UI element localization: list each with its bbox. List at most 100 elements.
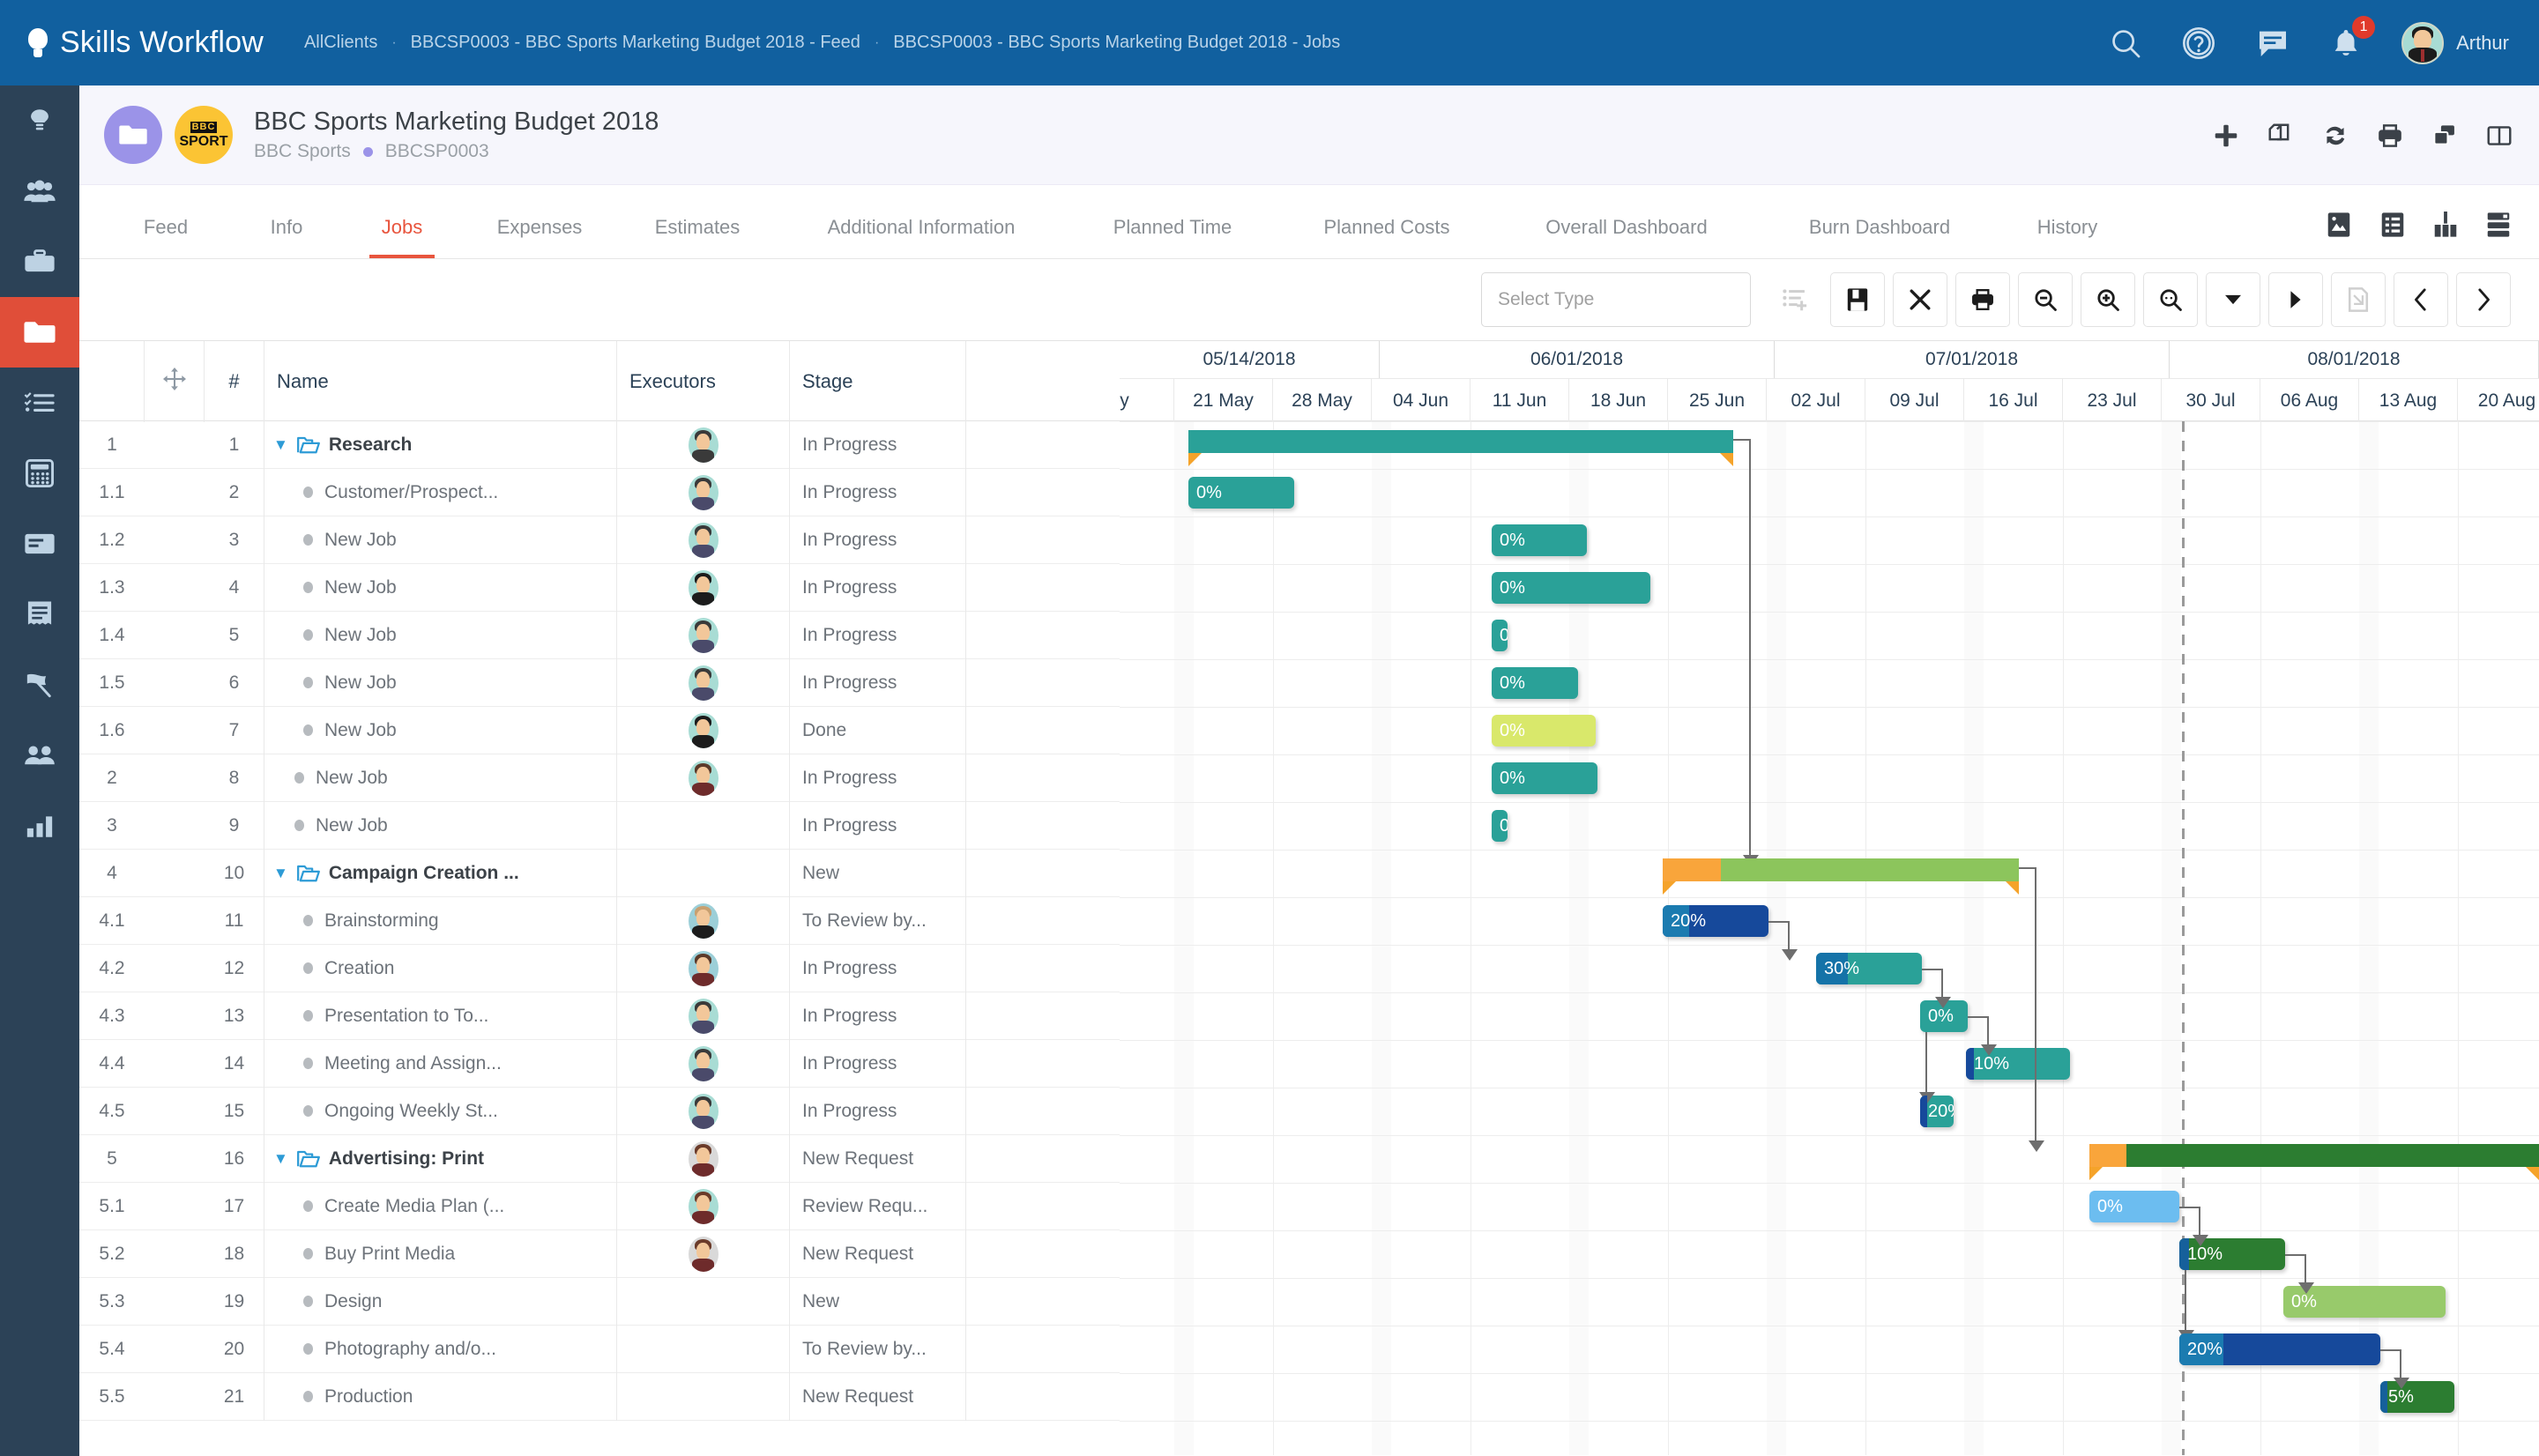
layers-icon[interactable] xyxy=(2431,123,2458,149)
row-name-cell[interactable]: New Job xyxy=(264,564,617,612)
row-executors[interactable] xyxy=(617,1278,790,1326)
gantt-task-bar[interactable]: 0% xyxy=(1492,715,1596,747)
row-executors[interactable] xyxy=(617,1230,790,1278)
save-icon[interactable] xyxy=(1830,272,1885,327)
print-icon[interactable] xyxy=(1955,272,2010,327)
gantt-task-bar[interactable]: 5% xyxy=(2380,1381,2454,1413)
row-executors[interactable] xyxy=(617,469,790,516)
search-icon[interactable] xyxy=(2109,26,2142,60)
zoom-out-icon[interactable] xyxy=(2018,272,2073,327)
row-name-cell[interactable]: Creation xyxy=(264,945,617,992)
tab-expenses[interactable]: Expenses xyxy=(497,216,583,258)
export-icon[interactable] xyxy=(2331,272,2386,327)
sidebar-item-clients[interactable] xyxy=(0,156,79,227)
row-name-cell[interactable]: Presentation to To... xyxy=(264,992,617,1040)
row-drag-handle[interactable] xyxy=(145,1278,205,1326)
row-name-cell[interactable]: Production xyxy=(264,1373,617,1421)
row-drag-handle[interactable] xyxy=(145,564,205,612)
row-name-cell[interactable]: New Job xyxy=(264,612,617,659)
row-executors[interactable] xyxy=(617,945,790,992)
breadcrumb-item-2[interactable]: BBCSP0003 - BBC Sports Marketing Budget … xyxy=(893,33,1340,53)
row-executors[interactable] xyxy=(617,1088,790,1135)
row-drag-handle[interactable] xyxy=(145,1230,205,1278)
row-name-cell[interactable]: Brainstorming xyxy=(264,897,617,945)
row-executors[interactable] xyxy=(617,564,790,612)
gantt-summary-bar[interactable] xyxy=(1188,430,1733,453)
sidebar-item-idea[interactable] xyxy=(0,85,79,156)
row-drag-handle[interactable] xyxy=(145,516,205,564)
row-drag-handle[interactable] xyxy=(145,707,205,754)
sidebar-item-flag[interactable] xyxy=(0,650,79,720)
print-icon[interactable] xyxy=(2377,123,2403,149)
row-name-cell[interactable]: New Job xyxy=(264,754,617,802)
user-menu[interactable]: Arthur xyxy=(2401,22,2509,64)
row-drag-handle[interactable] xyxy=(145,1040,205,1088)
row-drag-handle[interactable] xyxy=(145,802,205,850)
row-name-cell[interactable]: New Job xyxy=(264,659,617,707)
row-name-cell[interactable]: Design xyxy=(264,1278,617,1326)
row-drag-handle[interactable] xyxy=(145,992,205,1040)
row-executors[interactable] xyxy=(617,1040,790,1088)
gantt-summary-bar[interactable] xyxy=(1663,858,2019,881)
row-executors[interactable] xyxy=(617,421,790,469)
refresh-icon[interactable] xyxy=(2322,123,2349,149)
help-icon[interactable] xyxy=(2181,26,2216,61)
row-executors[interactable] xyxy=(617,612,790,659)
next-icon[interactable] xyxy=(2456,272,2511,327)
row-drag-handle[interactable] xyxy=(145,897,205,945)
expand-caret-icon[interactable]: ▼ xyxy=(273,1150,288,1168)
row-drag-handle[interactable] xyxy=(145,1183,205,1230)
gantt-task-bar[interactable]: 0% xyxy=(1492,810,1508,842)
row-executors[interactable] xyxy=(617,850,790,897)
split-view-icon[interactable] xyxy=(2486,123,2513,149)
row-drag-handle[interactable] xyxy=(145,659,205,707)
add-task-icon[interactable] xyxy=(1768,272,1822,327)
row-executors[interactable] xyxy=(617,1326,790,1373)
board-view-icon[interactable] xyxy=(2486,212,2511,242)
gantt-view-icon[interactable] xyxy=(2433,212,2458,242)
prev-icon[interactable] xyxy=(2394,272,2448,327)
sidebar-item-reports[interactable] xyxy=(0,791,79,861)
breadcrumb-item-1[interactable]: BBCSP0003 - BBC Sports Marketing Budget … xyxy=(411,33,860,53)
tab-history[interactable]: History xyxy=(2037,216,2097,258)
row-name-cell[interactable]: ▼Research xyxy=(264,421,617,469)
gantt-task-bar[interactable]: 20% xyxy=(2179,1333,2380,1365)
row-name-cell[interactable]: New Job xyxy=(264,802,617,850)
sidebar-item-briefcase[interactable] xyxy=(0,227,79,297)
row-drag-handle[interactable] xyxy=(145,421,205,469)
row-drag-handle[interactable] xyxy=(145,850,205,897)
gantt-summary-bar[interactable] xyxy=(2089,1144,2539,1167)
expand-caret-icon[interactable]: ▼ xyxy=(273,436,288,454)
row-drag-handle[interactable] xyxy=(145,1326,205,1373)
gantt-task-bar[interactable]: 0% xyxy=(1492,762,1597,794)
row-name-cell[interactable]: Ongoing Weekly St... xyxy=(264,1088,617,1135)
bell-icon[interactable]: 1 xyxy=(2329,26,2363,60)
row-drag-handle[interactable] xyxy=(145,1088,205,1135)
row-name-cell[interactable]: Buy Print Media xyxy=(264,1230,617,1278)
row-executors[interactable] xyxy=(617,754,790,802)
row-executors[interactable] xyxy=(617,659,790,707)
row-executors[interactable] xyxy=(617,707,790,754)
tab-jobs[interactable]: Jobs xyxy=(382,216,422,258)
brand-logo[interactable]: Skills Workflow xyxy=(28,26,264,60)
tab-additional-information[interactable]: Additional Information xyxy=(828,216,1016,258)
sidebar-item-people[interactable] xyxy=(0,720,79,791)
select-type-input[interactable]: Select Type xyxy=(1481,272,1751,327)
close-icon[interactable] xyxy=(1893,272,1947,327)
tab-burn-dashboard[interactable]: Burn Dashboard xyxy=(1809,216,1950,258)
sidebar-item-tasklist[interactable] xyxy=(0,368,79,438)
row-name-cell[interactable]: Photography and/o... xyxy=(264,1326,617,1373)
dropdown-caret-icon[interactable] xyxy=(2206,272,2260,327)
gantt-task-bar[interactable]: 0% xyxy=(1492,620,1508,651)
row-executors[interactable] xyxy=(617,1373,790,1421)
gantt-task-bar[interactable]: 0% xyxy=(1492,667,1578,699)
row-drag-handle[interactable] xyxy=(145,1135,205,1183)
gantt-task-bar[interactable]: 0% xyxy=(1492,572,1650,604)
row-drag-handle[interactable] xyxy=(145,469,205,516)
row-executors[interactable] xyxy=(617,897,790,945)
row-executors[interactable] xyxy=(617,1135,790,1183)
sidebar-item-projects[interactable] xyxy=(0,297,79,368)
tab-planned-time[interactable]: Planned Time xyxy=(1113,216,1232,258)
gantt-task-bar[interactable]: 20% xyxy=(1920,1096,1954,1127)
gallery-view-icon[interactable] xyxy=(2326,212,2352,242)
